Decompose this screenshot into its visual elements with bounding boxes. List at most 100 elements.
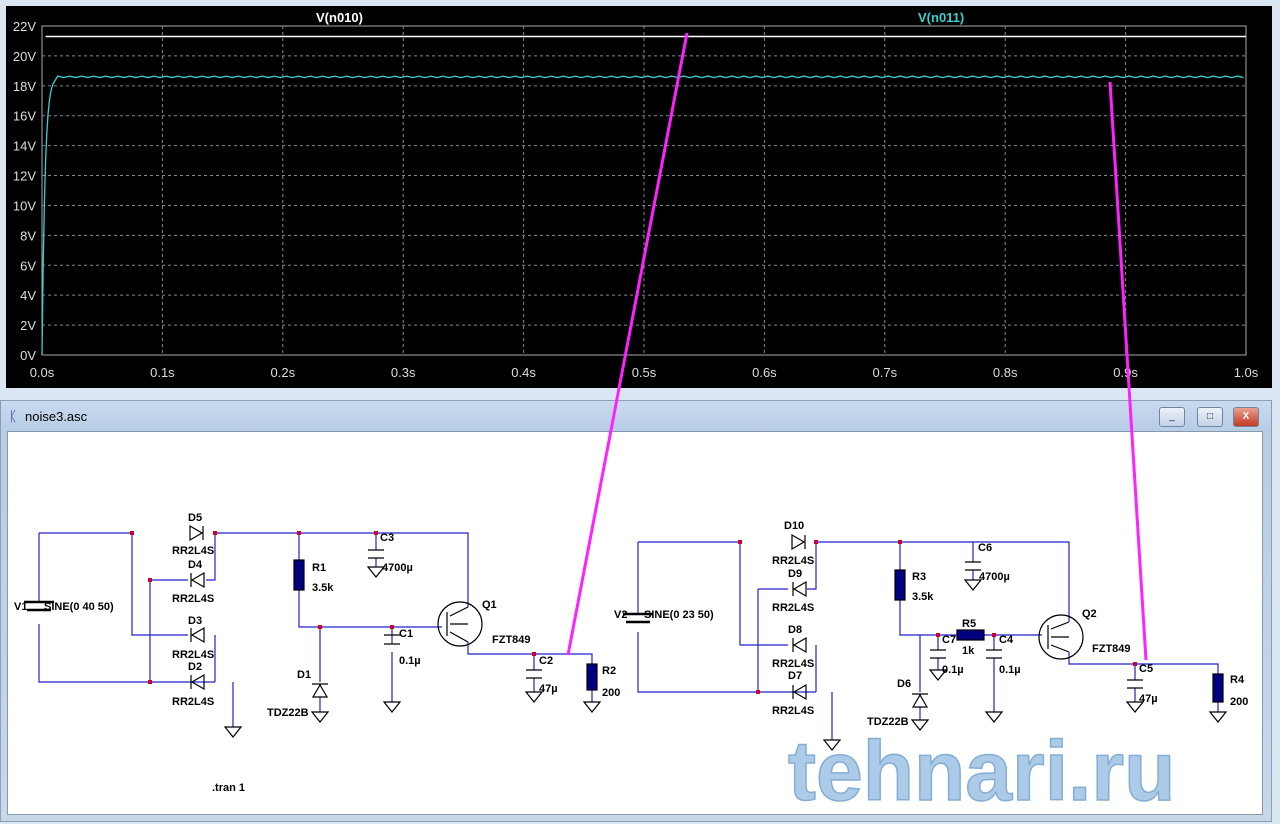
y-tick-label: 6V <box>20 258 36 273</box>
schematic-window[interactable]: ᛕ noise3.asc _ □ X V1 SINE(0 40 50) D5 RR2… <box>0 400 1272 822</box>
y-tick-label: 12V <box>13 169 36 184</box>
svg-text:RR2L4S: RR2L4S <box>172 649 214 661</box>
svg-text:D10: D10 <box>784 520 804 532</box>
svg-text:0.1µ: 0.1µ <box>399 655 421 667</box>
svg-text:FZT849: FZT849 <box>1092 643 1131 655</box>
minimize-button[interactable]: _ <box>1159 407 1185 427</box>
svg-text:D3: D3 <box>188 615 202 627</box>
svg-text:RR2L4S: RR2L4S <box>772 602 814 614</box>
ground-symbols <box>223 566 1228 751</box>
svg-text:RR2L4S: RR2L4S <box>772 658 814 670</box>
svg-text:200: 200 <box>602 687 620 699</box>
trace-label-n011[interactable]: V(n011) <box>918 10 964 25</box>
svg-text:4700µ: 4700µ <box>979 571 1010 583</box>
svg-text:Q2: Q2 <box>1082 608 1097 620</box>
svg-text:D7: D7 <box>788 670 802 682</box>
svg-text:4700µ: 4700µ <box>382 562 413 574</box>
svg-text:RR2L4S: RR2L4S <box>772 705 814 717</box>
svg-text:47µ: 47µ <box>1139 693 1158 705</box>
resistor-r2 <box>586 663 598 691</box>
svg-text:3.5k: 3.5k <box>312 582 334 594</box>
window-title: noise3.asc <box>25 409 88 424</box>
junction-nodes <box>130 531 1137 694</box>
x-tick-label: 0.9s <box>1113 365 1138 380</box>
y-tick-label: 18V <box>13 79 36 94</box>
waveform-viewer[interactable]: 0V 2V 4V 6V 8V 10V 12V 14V 16V 18V 20V 22V 0.0s 0.1s 0… <box>6 6 1272 388</box>
ltspice-icon: ᛕ <box>9 408 18 424</box>
circuit-diagram[interactable]: V1 SINE(0 40 50) D5 RR2L4S D4 RR2L4S D3 RR2L… <box>8 432 1262 819</box>
svg-text:200: 200 <box>1230 696 1248 708</box>
svg-text:3.5k: 3.5k <box>912 591 934 603</box>
x-tick-label: 0.5s <box>632 365 657 380</box>
svg-text:C4: C4 <box>999 634 1014 646</box>
svg-text:0.1µ: 0.1µ <box>942 664 964 676</box>
svg-text:D4: D4 <box>188 559 203 571</box>
x-tick-label: 0.6s <box>752 365 777 380</box>
x-tick-label: 0.1s <box>150 365 175 380</box>
x-tick-label: 0.7s <box>873 365 898 380</box>
svg-text:V2: V2 <box>614 609 627 621</box>
svg-text:C1: C1 <box>399 628 413 640</box>
svg-text:RR2L4S: RR2L4S <box>772 555 814 567</box>
close-button[interactable]: X <box>1233 407 1259 427</box>
svg-text:C6: C6 <box>978 542 992 554</box>
svg-text:R4: R4 <box>1230 674 1245 686</box>
svg-text:R1: R1 <box>312 562 326 574</box>
y-tick-label: 4V <box>20 288 36 303</box>
x-tick-label: 1.0s <box>1234 365 1259 380</box>
capacitors <box>368 549 1143 689</box>
svg-text:RR2L4S: RR2L4S <box>172 593 214 605</box>
svg-text:RR2L4S: RR2L4S <box>172 545 214 557</box>
svg-text:RR2L4S: RR2L4S <box>172 696 214 708</box>
svg-text:C7: C7 <box>942 634 956 646</box>
x-tick-label: 0.2s <box>271 365 296 380</box>
svg-text:FZT849: FZT849 <box>492 634 531 646</box>
svg-text:D9: D9 <box>788 568 802 580</box>
y-tick-label: 8V <box>20 228 36 243</box>
y-tick-label: 0V <box>20 348 36 363</box>
svg-text:R5: R5 <box>962 618 976 630</box>
svg-text:Q1: Q1 <box>482 599 497 611</box>
resistor-r1 <box>293 559 305 591</box>
schematic-canvas[interactable]: V1 SINE(0 40 50) D5 RR2L4S D4 RR2L4S D3 RR2L… <box>7 431 1263 819</box>
maximize-button[interactable]: □ <box>1197 407 1223 427</box>
y-tick-label: 14V <box>13 139 36 154</box>
svg-text:C3: C3 <box>380 532 394 544</box>
voltage-sources <box>24 600 653 624</box>
svg-text:R3: R3 <box>912 571 926 583</box>
resistor-r5 <box>956 629 985 641</box>
x-tick-label: 0.3s <box>391 365 416 380</box>
svg-text:1k: 1k <box>962 645 975 657</box>
trace-v-n011 <box>41 75 1244 356</box>
y-tick-label: 2V <box>20 318 36 333</box>
svg-text:.tran 1: .tran 1 <box>212 782 245 794</box>
svg-text:C5: C5 <box>1139 663 1153 675</box>
svg-text:D6: D6 <box>897 678 911 690</box>
y-tick-label: 10V <box>13 198 36 213</box>
svg-text:D2: D2 <box>188 661 202 673</box>
x-tick-label: 0.0s <box>30 365 55 380</box>
resistor-r4 <box>1212 673 1224 703</box>
wires <box>38 532 1219 740</box>
x-tick-label: 0.4s <box>511 365 536 380</box>
trace-label-n010[interactable]: V(n010) <box>316 10 363 25</box>
watermark: tehnari.ru <box>788 724 1175 814</box>
svg-text:D5: D5 <box>188 512 202 524</box>
svg-text:D1: D1 <box>297 669 311 681</box>
svg-text:SINE(0 23 50): SINE(0 23 50) <box>644 609 714 621</box>
y-tick-label: 20V <box>13 49 36 64</box>
svg-text:47µ: 47µ <box>539 683 558 695</box>
svg-text:C2: C2 <box>539 655 553 667</box>
components[interactable] <box>24 524 1228 751</box>
y-tick-label: 16V <box>13 109 36 124</box>
svg-text:R2: R2 <box>602 665 616 677</box>
x-tick-label: 0.8s <box>993 365 1018 380</box>
svg-text:V1: V1 <box>14 601 27 613</box>
y-tick-label: 22V <box>13 19 36 34</box>
svg-text:D8: D8 <box>788 624 802 636</box>
waveform-plot[interactable]: 0V 2V 4V 6V 8V 10V 12V 14V 16V 18V 20V 22V 0.0s 0.1s 0… <box>6 6 1272 388</box>
svg-text:0.1µ: 0.1µ <box>999 664 1021 676</box>
svg-text:TDZ22B: TDZ22B <box>267 707 309 719</box>
svg-text:SINE(0 40 50): SINE(0 40 50) <box>44 601 114 613</box>
resistor-r3 <box>894 569 906 601</box>
